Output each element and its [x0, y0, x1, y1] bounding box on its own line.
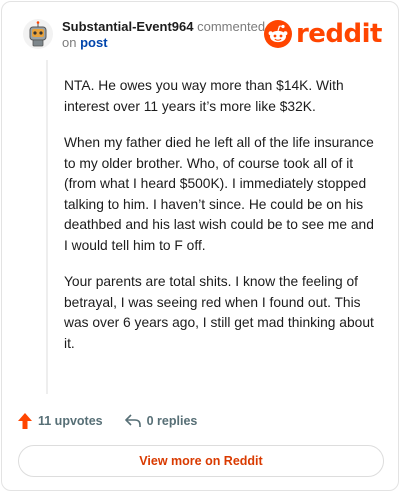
- comment-paragraph: Your parents are total shits. I know the…: [64, 274, 374, 351]
- upvote-count: 11 upvotes: [38, 414, 103, 428]
- upvote-button[interactable]: 11 upvotes: [18, 413, 103, 429]
- reply-button[interactable]: 0 replies: [124, 414, 198, 428]
- commented-text: commented: [197, 19, 266, 34]
- comment-body: NTA. He owes you way more than $14K. Wit…: [46, 60, 376, 394]
- reply-count: 0 replies: [146, 414, 198, 428]
- comment-actions: 11 upvotes 0 replies: [18, 410, 219, 432]
- reddit-snoo-icon: [263, 20, 292, 48]
- reply-arrow-icon: [124, 414, 141, 427]
- on-text: on: [62, 35, 77, 50]
- reddit-comment-card: Substantial-Event964 commented on post r…: [1, 1, 399, 491]
- comment-header: Substantial-Event964 commented on post r…: [18, 18, 383, 54]
- post-link[interactable]: post: [80, 35, 107, 50]
- user-avatar-icon[interactable]: [22, 18, 54, 50]
- username-link[interactable]: Substantial-Event964: [62, 19, 194, 34]
- upvote-arrow-icon: [18, 413, 32, 429]
- comment-paragraph: NTA. He owes you way more than $14K. Wit…: [64, 78, 344, 114]
- comment-paragraph: When my father died he left all of the l…: [64, 135, 374, 253]
- comment-meta: Substantial-Event964 commented on post: [62, 19, 282, 51]
- view-more-button[interactable]: View more on Reddit: [18, 445, 384, 477]
- reddit-logo[interactable]: reddit: [263, 19, 383, 49]
- reddit-wordmark: reddit: [295, 19, 383, 49]
